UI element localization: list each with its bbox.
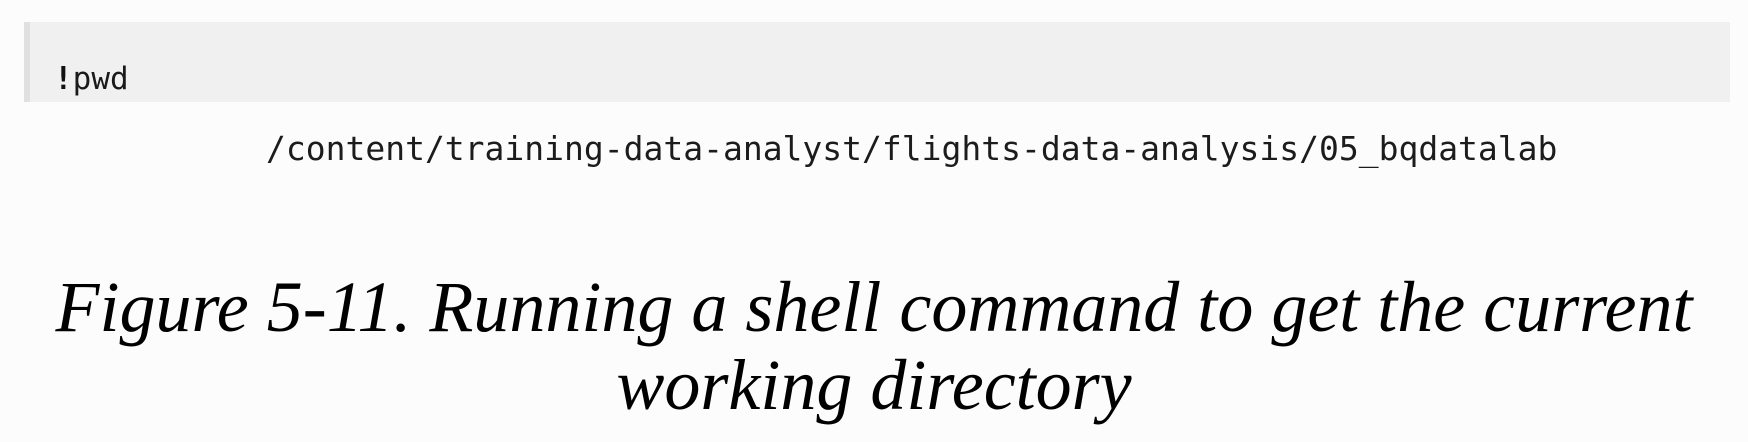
cell-output: /content/training-data-analyst/flights-d… <box>266 129 1558 168</box>
figure-caption: Figure 5-11. Running a shell command to … <box>0 268 1748 424</box>
caption-line-2: working directory <box>616 345 1132 425</box>
figure-label: Figure 5-11. <box>55 267 412 347</box>
shell-bang: ! <box>54 61 73 97</box>
code-input[interactable]: !pwd <box>54 64 129 95</box>
code-cell[interactable]: !pwd <box>24 22 1730 102</box>
caption-line-1: Running a shell command to get the curre… <box>429 267 1693 347</box>
notebook-page: !pwd /content/training-data-analyst/flig… <box>0 0 1748 442</box>
shell-command: pwd <box>72 61 129 97</box>
